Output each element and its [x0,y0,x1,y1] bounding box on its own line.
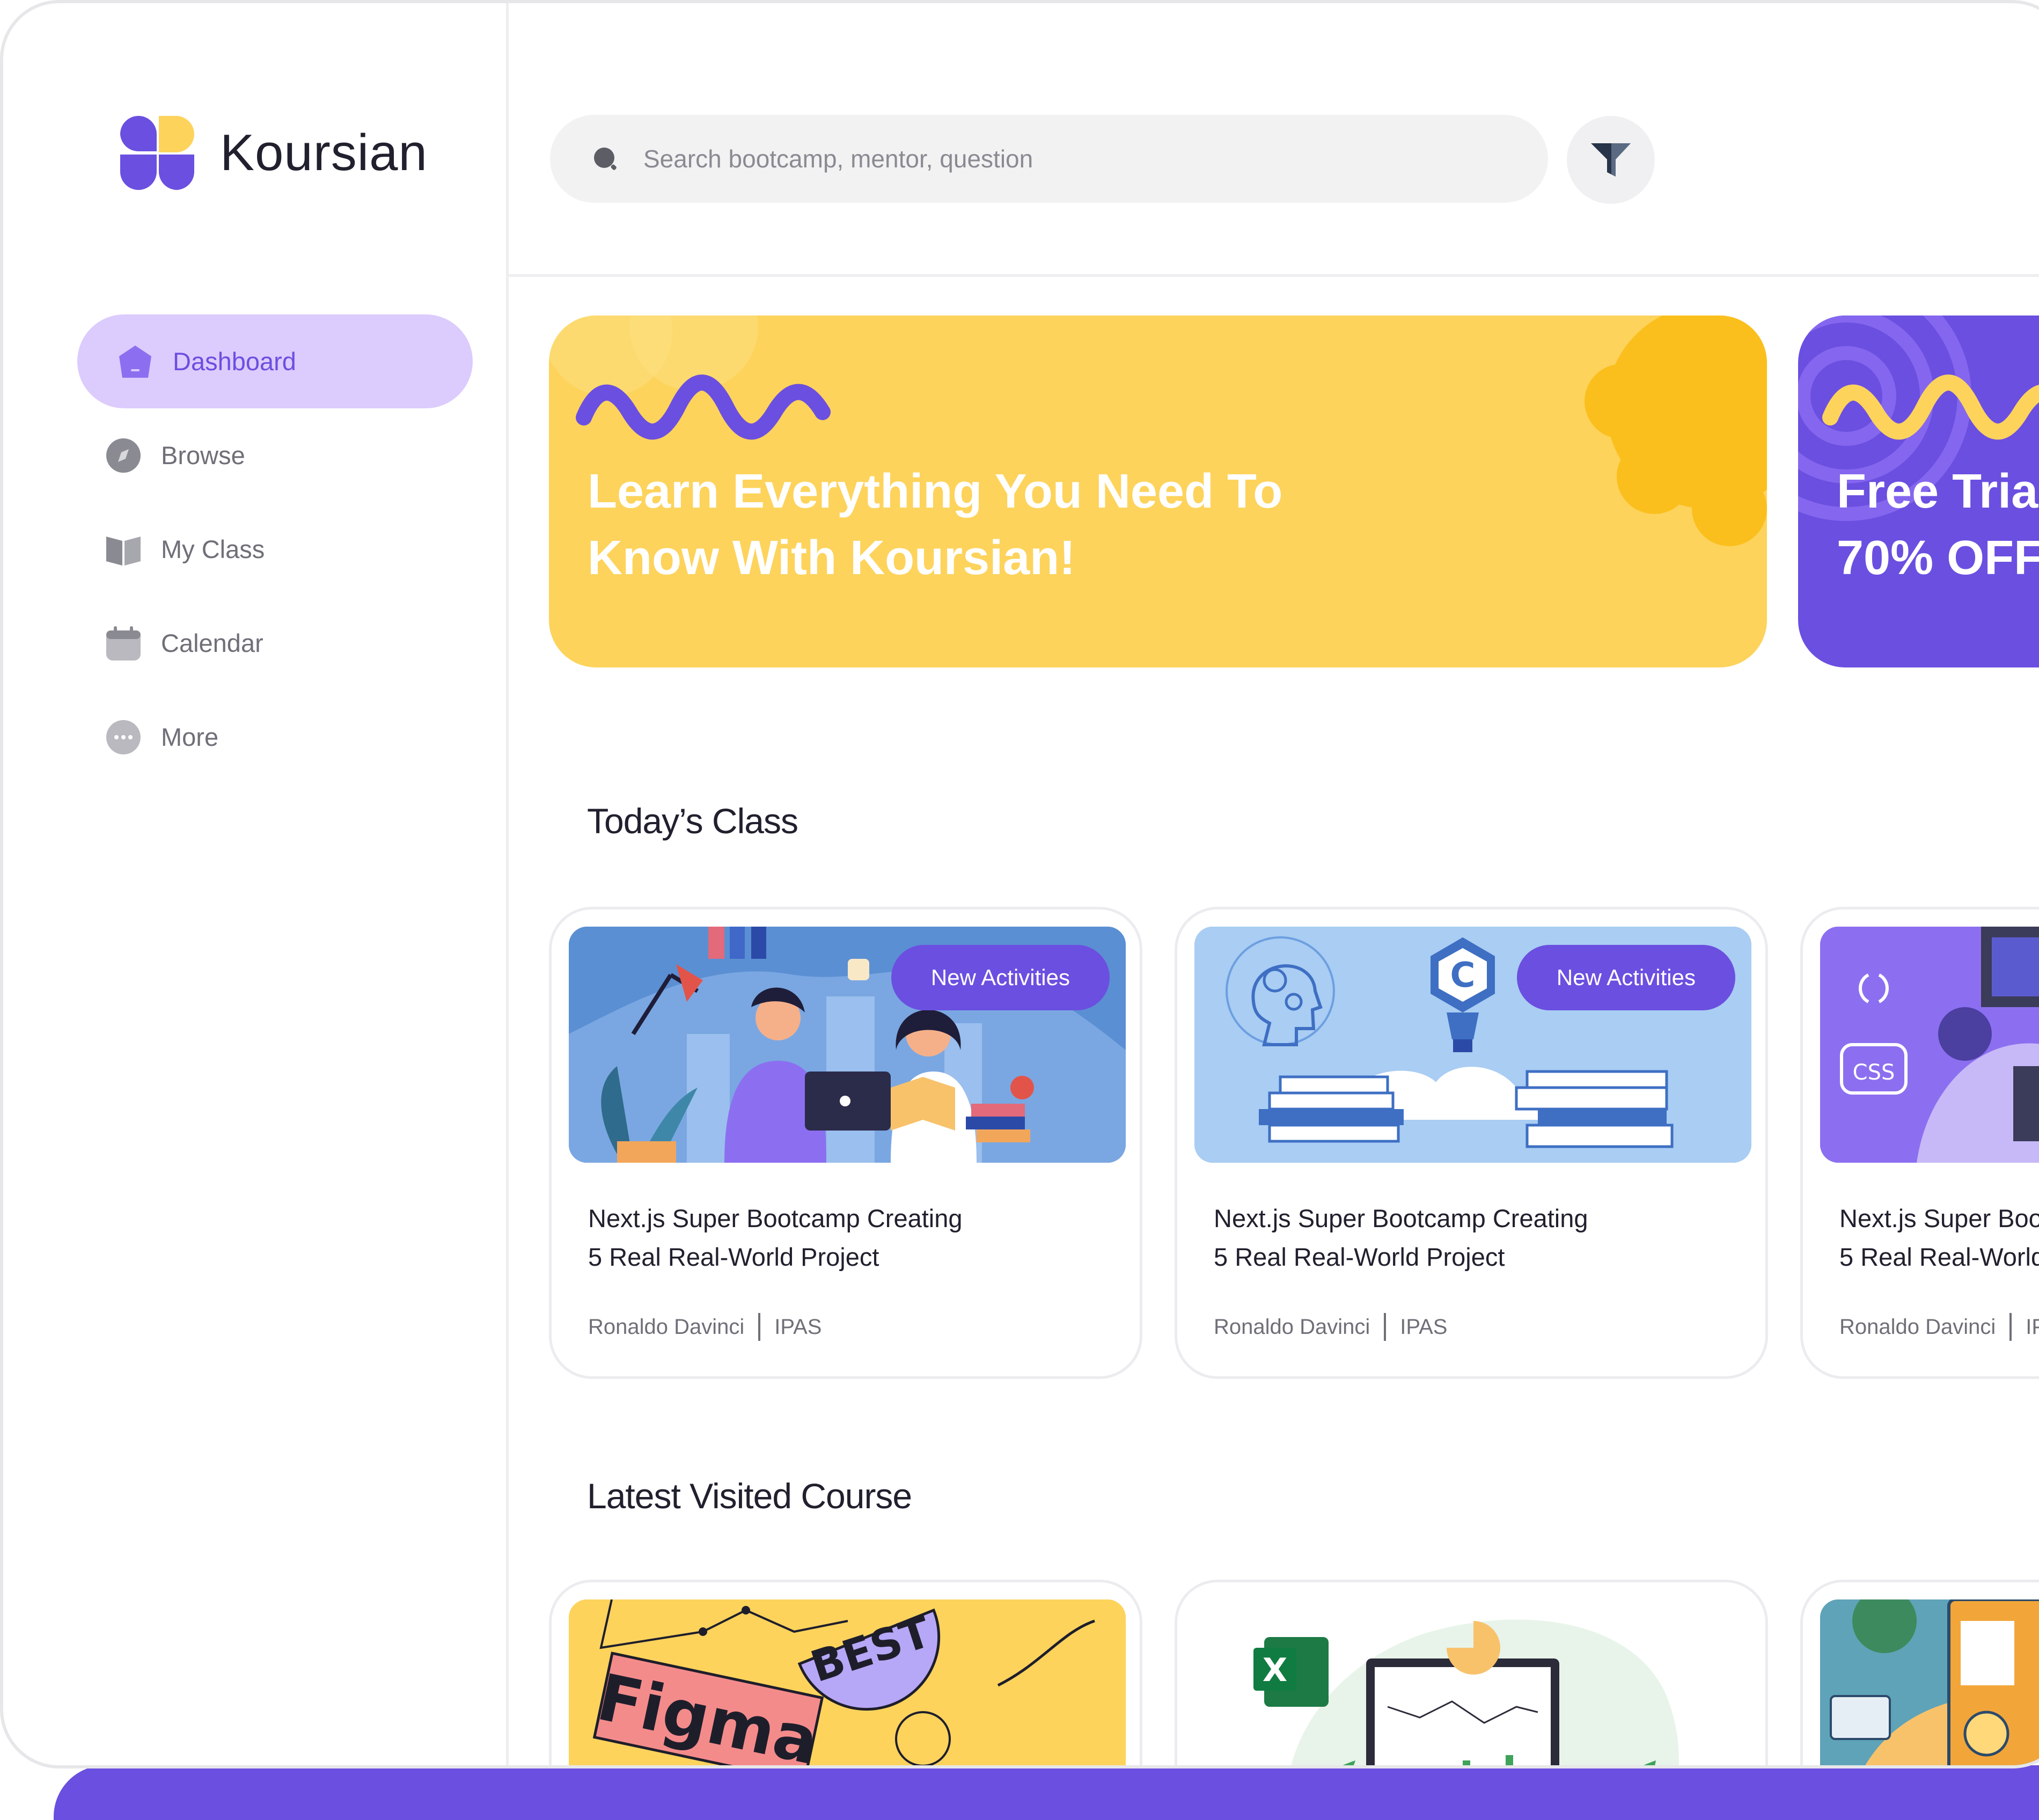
koursian-logo-icon [120,116,194,190]
course-thumbnail: X [1194,1599,1751,1765]
class-title-line-1: Next.js Super Bootcamp Creating [1214,1204,1588,1232]
sidebar-item-calendar[interactable]: Calendar [77,596,473,690]
logo[interactable]: Koursian [120,116,428,190]
search-bar[interactable] [550,115,1548,203]
more-icon [105,719,142,755]
todays-class-title: Today’s Class [587,801,798,841]
mentor-name: Ronaldo Davinci [1214,1315,1370,1339]
divider [2009,1313,2012,1341]
web-development-illustration [1820,1599,2039,1765]
divider [1384,1313,1387,1341]
course-thumbnail: BEST Figma [569,1599,1126,1765]
filter-button[interactable] [1567,116,1655,204]
calendar-icon [105,625,142,662]
course-card[interactable]: BEST Figma [549,1580,1142,1765]
course-card[interactable]: X [1175,1580,1768,1765]
class-title-line-2: 5 Real Real-World Project [1839,1243,2039,1271]
class-card-meta: Ronaldo Davinci IPAS [1839,1313,2039,1341]
class-title-line-1: Next.js Super Bootcamp Creating [588,1204,963,1232]
course-thumbnail [1820,1599,2039,1765]
search-input[interactable] [642,144,1449,174]
class-card[interactable]: CSS Next.js Super Bootcamp Creating 5 Re… [1800,907,2039,1379]
dashboard-icon [117,343,153,380]
class-card-meta: Ronaldo Davinci IPAS [588,1313,822,1341]
sidebar-item-more[interactable]: More [77,690,473,784]
svg-text:CSS: CSS [1853,1060,1895,1085]
figma-illustration: BEST Figma [569,1599,1126,1765]
organization-name: IPAS [774,1315,822,1339]
sidebar-item-label: Calendar [161,629,263,657]
class-card-title: Next.js Super Bootcamp Creating 5 Real R… [588,1199,1125,1276]
latest-visited-title: Latest Visited Course [587,1476,912,1516]
excel-logo-label: X [1263,1652,1287,1689]
promo-banner-trial[interactable]: Free Trial 70% OFF [1798,315,2039,667]
top-bar [509,3,2039,277]
banner-title-line-2: Know With Koursian! [588,531,1076,585]
banner-title-line-1: Free Trial [1837,465,2039,518]
sidebar-item-my-class[interactable]: My Class [77,502,473,596]
search-icon [594,148,617,170]
sidebar-item-label: Dashboard [173,347,296,376]
app-name: Koursian [220,124,428,181]
css-coding-illustration: CSS [1820,927,2039,1163]
class-title-line-1: Next.js Super Bootcamp Creating [1839,1204,2039,1232]
sidebar-item-label: Browse [161,441,245,469]
promo-banner[interactable]: Learn Everything You Need To Know With K… [549,315,1767,667]
new-activities-badge: New Activities [891,945,1110,1010]
sidebar-item-label: More [161,723,219,751]
sidebar-item-browse[interactable]: Browse [77,408,473,502]
class-card-title: Next.js Super Bootcamp Creating 5 Real R… [1839,1199,2039,1276]
sidebar: Koursian Dashboard Browse My Class Calen… [3,3,509,1765]
new-activities-badge: New Activities [1516,945,1735,1010]
class-card[interactable]: C New Activities Next.js Super Bootcamp … [1175,907,1768,1379]
organization-name: IPAS [2026,1315,2039,1339]
banner-title-line-1: Learn Everything You Need To [588,465,1283,518]
class-thumbnail: C New Activities [1194,927,1751,1163]
book-icon [105,531,142,568]
class-title-line-2: 5 Real Real-World Project [1214,1243,1505,1271]
class-card[interactable]: New Activities Next.js Super Bootcamp Cr… [549,907,1142,1379]
app-window: Koursian Dashboard Browse My Class Calen… [0,0,2039,1768]
organization-name: IPAS [1400,1315,1448,1339]
excel-illustration: X [1194,1599,1751,1765]
sidebar-item-label: My Class [161,535,265,563]
mentor-name: Ronaldo Davinci [588,1315,745,1339]
class-card-title: Next.js Super Bootcamp Creating 5 Real R… [1214,1199,1750,1276]
svg-text:C: C [1450,956,1476,995]
class-card-meta: Ronaldo Davinci IPAS [1214,1313,1447,1341]
class-thumbnail: CSS [1820,927,2039,1163]
class-thumbnail: New Activities [569,927,1126,1163]
filter-icon [1591,143,1631,177]
bottom-accent-bar [54,1765,2039,1820]
divider [758,1313,761,1341]
compass-icon [105,437,142,474]
class-title-line-2: 5 Real Real-World Project [588,1243,879,1271]
mentor-name: Ronaldo Davinci [1839,1315,1996,1339]
sidebar-item-dashboard[interactable]: Dashboard [77,314,473,408]
banner-title-line-2: 70% OFF [1837,531,2039,585]
course-card[interactable] [1800,1580,2039,1765]
